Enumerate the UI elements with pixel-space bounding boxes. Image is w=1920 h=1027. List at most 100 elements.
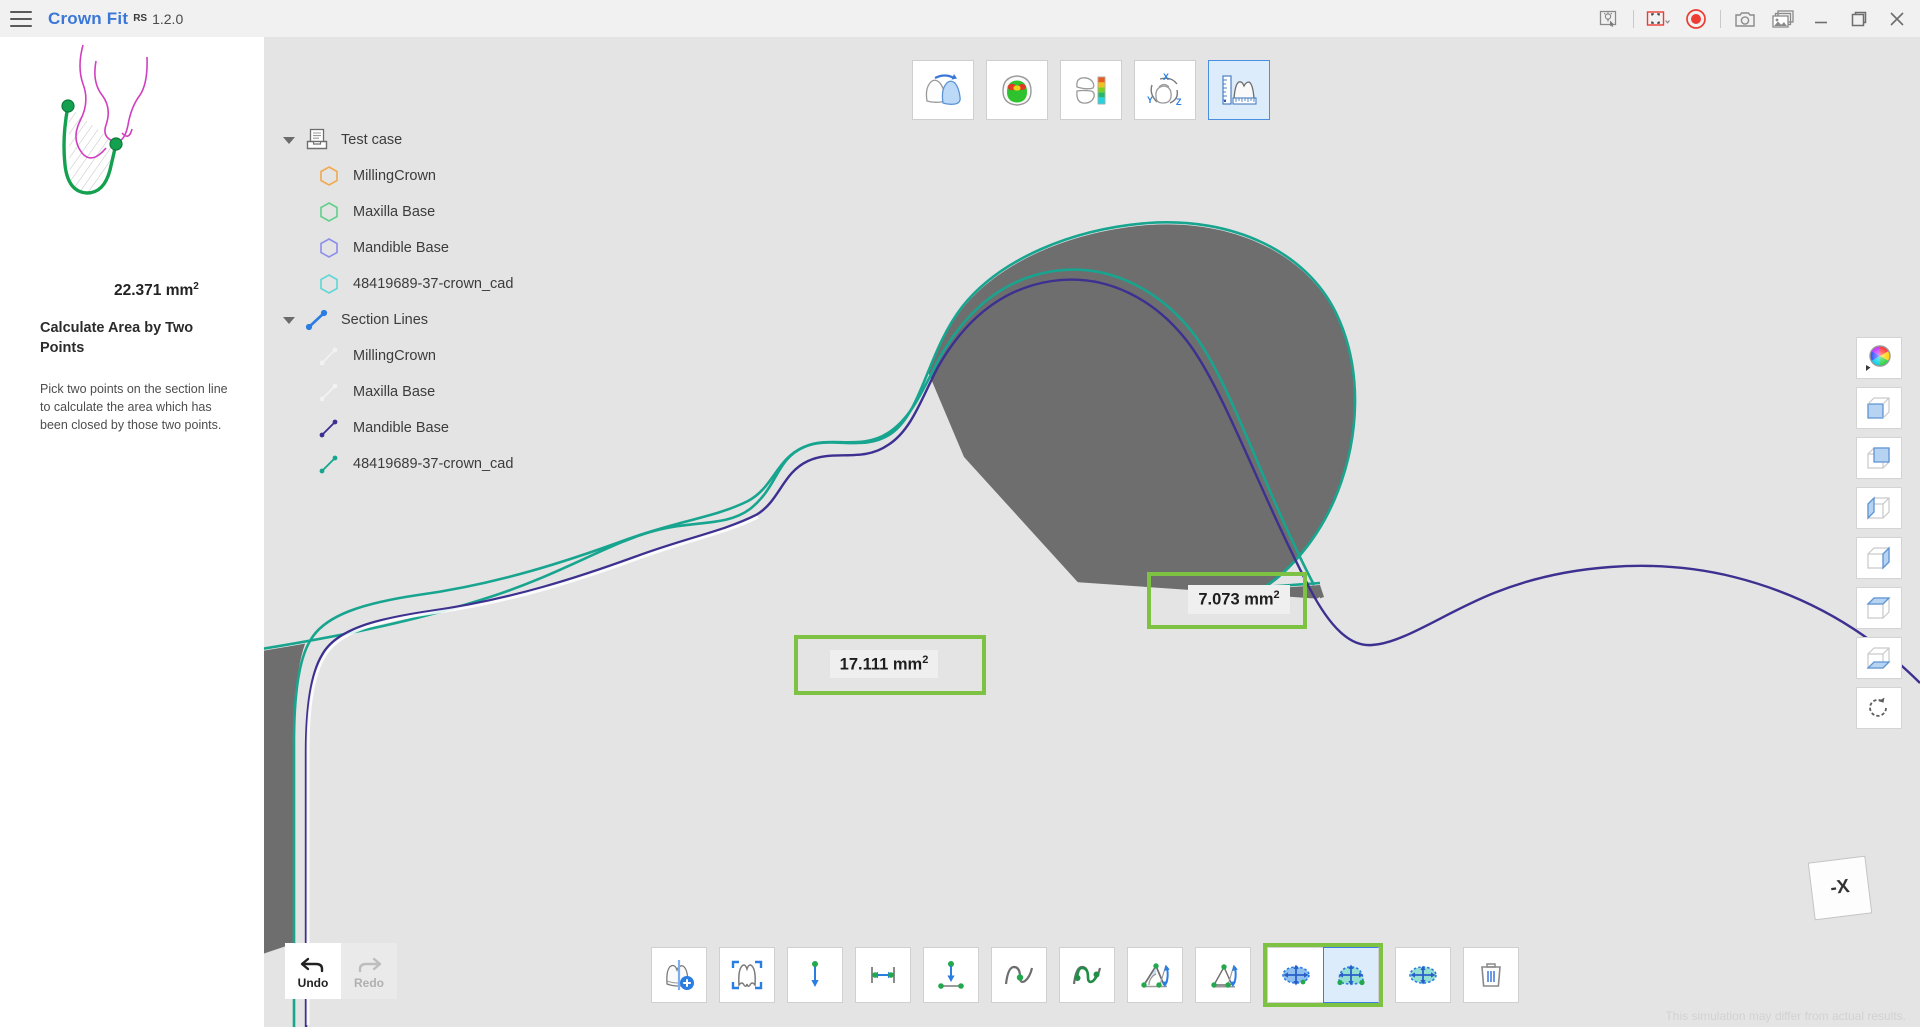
measure-ruler-icon[interactable] [1208, 60, 1270, 120]
point-to-line-distance-icon[interactable] [923, 947, 979, 1003]
area-tool-group [1263, 943, 1383, 1007]
toolbar-divider [1633, 9, 1634, 28]
chevron-down-icon[interactable] [281, 132, 297, 148]
undo-label: Undo [297, 975, 329, 990]
svg-text:X: X [1163, 72, 1169, 82]
line-segment-icon [313, 413, 345, 443]
view-right-icon[interactable] [1856, 537, 1902, 579]
hexagon-outline-icon [313, 233, 345, 263]
viewport-disclaimer: This simulation may differ from actual r… [1665, 1009, 1906, 1023]
hexagon-outline-icon [313, 197, 345, 227]
tree-item-millingcrown[interactable]: MillingCrown [281, 158, 611, 194]
measurement-callout[interactable]: 17.111 mm2 [794, 635, 986, 695]
hexagon-outline-icon [313, 269, 345, 299]
axis-label: -X [1829, 875, 1851, 900]
measurement-toolbar [651, 943, 1531, 1007]
hexagon-outline-icon [313, 161, 345, 191]
tree-item-section-crown-cad[interactable]: 48419689-37-crown_cad [281, 446, 611, 482]
curve-segment-icon[interactable] [1059, 947, 1115, 1003]
three-point-angle-icon[interactable] [1195, 947, 1251, 1003]
curve-point-icon[interactable] [991, 947, 1047, 1003]
tree-item-mandible-base[interactable]: Mandible Base [281, 230, 611, 266]
maximize-icon[interactable] [1840, 0, 1878, 37]
add-section-plane-icon[interactable] [651, 947, 707, 1003]
section-line-icon [301, 305, 333, 335]
tree-item-section-maxilla[interactable]: Maxilla Base [281, 374, 611, 410]
orientation-axes-icon[interactable]: X Y Z [1134, 60, 1196, 120]
redo-label: Redo [354, 975, 384, 990]
tree-group-label: Section Lines [341, 312, 429, 328]
vertical-distance-icon[interactable] [787, 947, 843, 1003]
delete-icon[interactable] [1463, 947, 1519, 1003]
tree-group-label: Test case [341, 132, 403, 148]
reset-view-icon[interactable] [1856, 687, 1902, 729]
region-capture-icon[interactable] [1639, 0, 1677, 37]
color-wheel-icon[interactable] [1856, 337, 1902, 379]
line-segment-icon [313, 377, 345, 407]
angle-icon[interactable] [1127, 947, 1183, 1003]
measurement-value: 7.073 mm2 [1188, 585, 1290, 614]
view-left-icon[interactable] [1856, 487, 1902, 529]
tree-item-label: Maxilla Base [353, 384, 436, 400]
svg-text:Z: Z [1176, 97, 1182, 107]
tree-item-label: 48419689-37-crown_cad [353, 456, 514, 472]
tree-item-crown-cad[interactable]: 48419689-37-crown_cad [281, 266, 611, 302]
help-description: Pick two points on the section line to c… [40, 382, 228, 433]
tree-item-label: Mandible Base [353, 420, 449, 436]
help-illustration: 22.371 mm2 [0, 37, 264, 301]
orientation-cube-face[interactable]: -X [1807, 855, 1873, 921]
illustration-area-label: 22.371 mm2 [112, 281, 201, 301]
mode-toolbar: X Y Z [912, 60, 1270, 120]
camera-icon[interactable] [1726, 0, 1764, 37]
undo-arrow-icon [300, 957, 324, 972]
view-front-icon[interactable] [1856, 387, 1902, 429]
object-tree: Test case MillingCrown Maxilla Base Mand… [281, 122, 611, 482]
thickness-colormap-icon[interactable] [1060, 60, 1122, 120]
view-bottom-icon[interactable] [1856, 637, 1902, 679]
gallery-icon[interactable] [1764, 0, 1802, 37]
view-back-icon[interactable] [1856, 437, 1902, 479]
area-two-points-icon[interactable] [1323, 947, 1379, 1003]
help-heading: Calculate Area by Two Points [40, 320, 194, 356]
tree-item-label: 48419689-37-crown_cad [353, 276, 514, 292]
tree-item-section-millingcrown[interactable]: MillingCrown [281, 338, 611, 374]
title-bar: Crown Fit RS 1.2.0 [0, 0, 1920, 37]
area-full-section-icon[interactable] [1395, 947, 1451, 1003]
orientation-cube[interactable]: -X [1805, 855, 1881, 927]
redo-arrow-icon [358, 957, 382, 972]
left-sidebar: 22.371 mm2 Calculate Area by Two Points … [0, 37, 264, 1027]
history-controls: Undo Redo [285, 943, 397, 999]
fit-section-icon[interactable] [719, 947, 775, 1003]
tree-group-section-lines[interactable]: Section Lines [281, 302, 611, 338]
tree-item-label: MillingCrown [353, 168, 436, 184]
tree-item-section-mandible[interactable]: Mandible Base [281, 410, 611, 446]
tree-item-label: Maxilla Base [353, 204, 436, 220]
case-tray-icon [301, 125, 333, 155]
measurement-value: 17.111 mm2 [829, 649, 939, 679]
app-title: Crown Fit [48, 8, 129, 28]
hamburger-menu-icon[interactable] [10, 10, 32, 27]
record-icon[interactable] [1677, 0, 1715, 37]
undo-button[interactable]: Undo [285, 943, 341, 999]
tree-item-label: MillingCrown [353, 348, 436, 364]
view-top-icon[interactable] [1856, 587, 1902, 629]
app-version: 1.2.0 [152, 10, 184, 27]
svg-text:Y: Y [1147, 95, 1153, 105]
horizontal-distance-icon[interactable] [855, 947, 911, 1003]
application-window: Crown Fit RS 1.2.0 22.371 mm2 Calculate … [0, 0, 1920, 1027]
crown-placement-icon[interactable] [912, 60, 974, 120]
tree-item-maxilla-base[interactable]: Maxilla Base [281, 194, 611, 230]
tree-item-label: Mandible Base [353, 240, 449, 256]
close-icon[interactable] [1878, 0, 1916, 37]
chevron-down-icon[interactable] [281, 312, 297, 328]
contact-map-icon[interactable] [986, 60, 1048, 120]
redo-button[interactable]: Redo [341, 943, 397, 999]
tree-group-test-case[interactable]: Test case [281, 122, 611, 158]
area-closed-icon[interactable] [1267, 947, 1323, 1003]
line-segment-icon [313, 341, 345, 371]
app-trademark-icon: RS [133, 13, 148, 24]
minimize-icon[interactable] [1802, 0, 1840, 37]
annotation-pointer-icon[interactable] [1590, 0, 1628, 37]
measurement-callout[interactable]: 7.073 mm2 [1147, 572, 1307, 629]
window-controls [1590, 0, 1920, 37]
